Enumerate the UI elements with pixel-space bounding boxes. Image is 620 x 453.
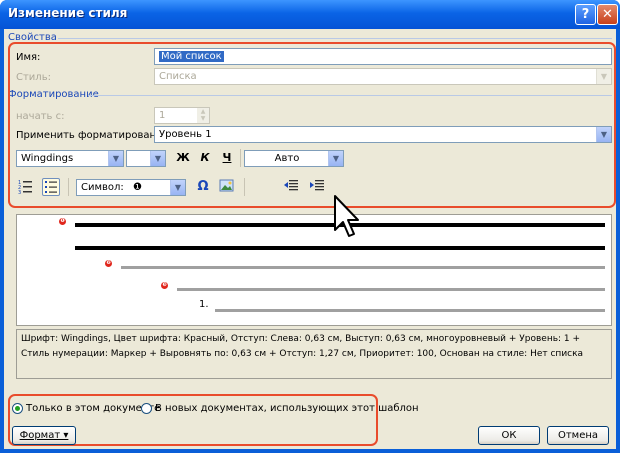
close-button[interactable]: ✕ [597,4,618,25]
this-document-radio[interactable] [12,403,23,414]
new-documents-label: В новых документах, использующих этот ша… [155,403,419,414]
level-4-marker: 1. [199,299,209,310]
section-divider [58,38,612,39]
preview-line [215,309,605,312]
title-bar[interactable]: Изменение стиля ? ✕ [0,0,620,29]
format-button[interactable]: Формат ▾ [12,426,76,445]
dialog-title: Изменение стиля [8,6,128,20]
preview-line [75,246,605,250]
help-button[interactable]: ? [575,4,596,25]
style-description: Шрифт: Wingdings, Цвет шрифта: Красный, … [16,329,612,379]
preview-line [177,288,605,291]
mouse-cursor-icon [334,195,359,237]
level-2-marker: ❷ [105,260,112,267]
dialog-window: Изменение стиля ? ✕ Свойства Имя: Мой сп… [0,0,620,453]
level-3-marker: ❸ [161,282,168,289]
cancel-button[interactable]: Отмена [547,426,609,445]
preview-line [121,266,605,269]
preview-pane: ❶ ❷ ❸ 1. [16,214,612,326]
dialog-body: Свойства Имя: Мой список Стиль: Списка ▼… [4,29,616,449]
new-documents-radio[interactable] [141,403,152,414]
level-1-marker: ❶ [59,218,66,225]
highlight-frame [8,42,616,208]
ok-button[interactable]: ОК [478,426,540,445]
